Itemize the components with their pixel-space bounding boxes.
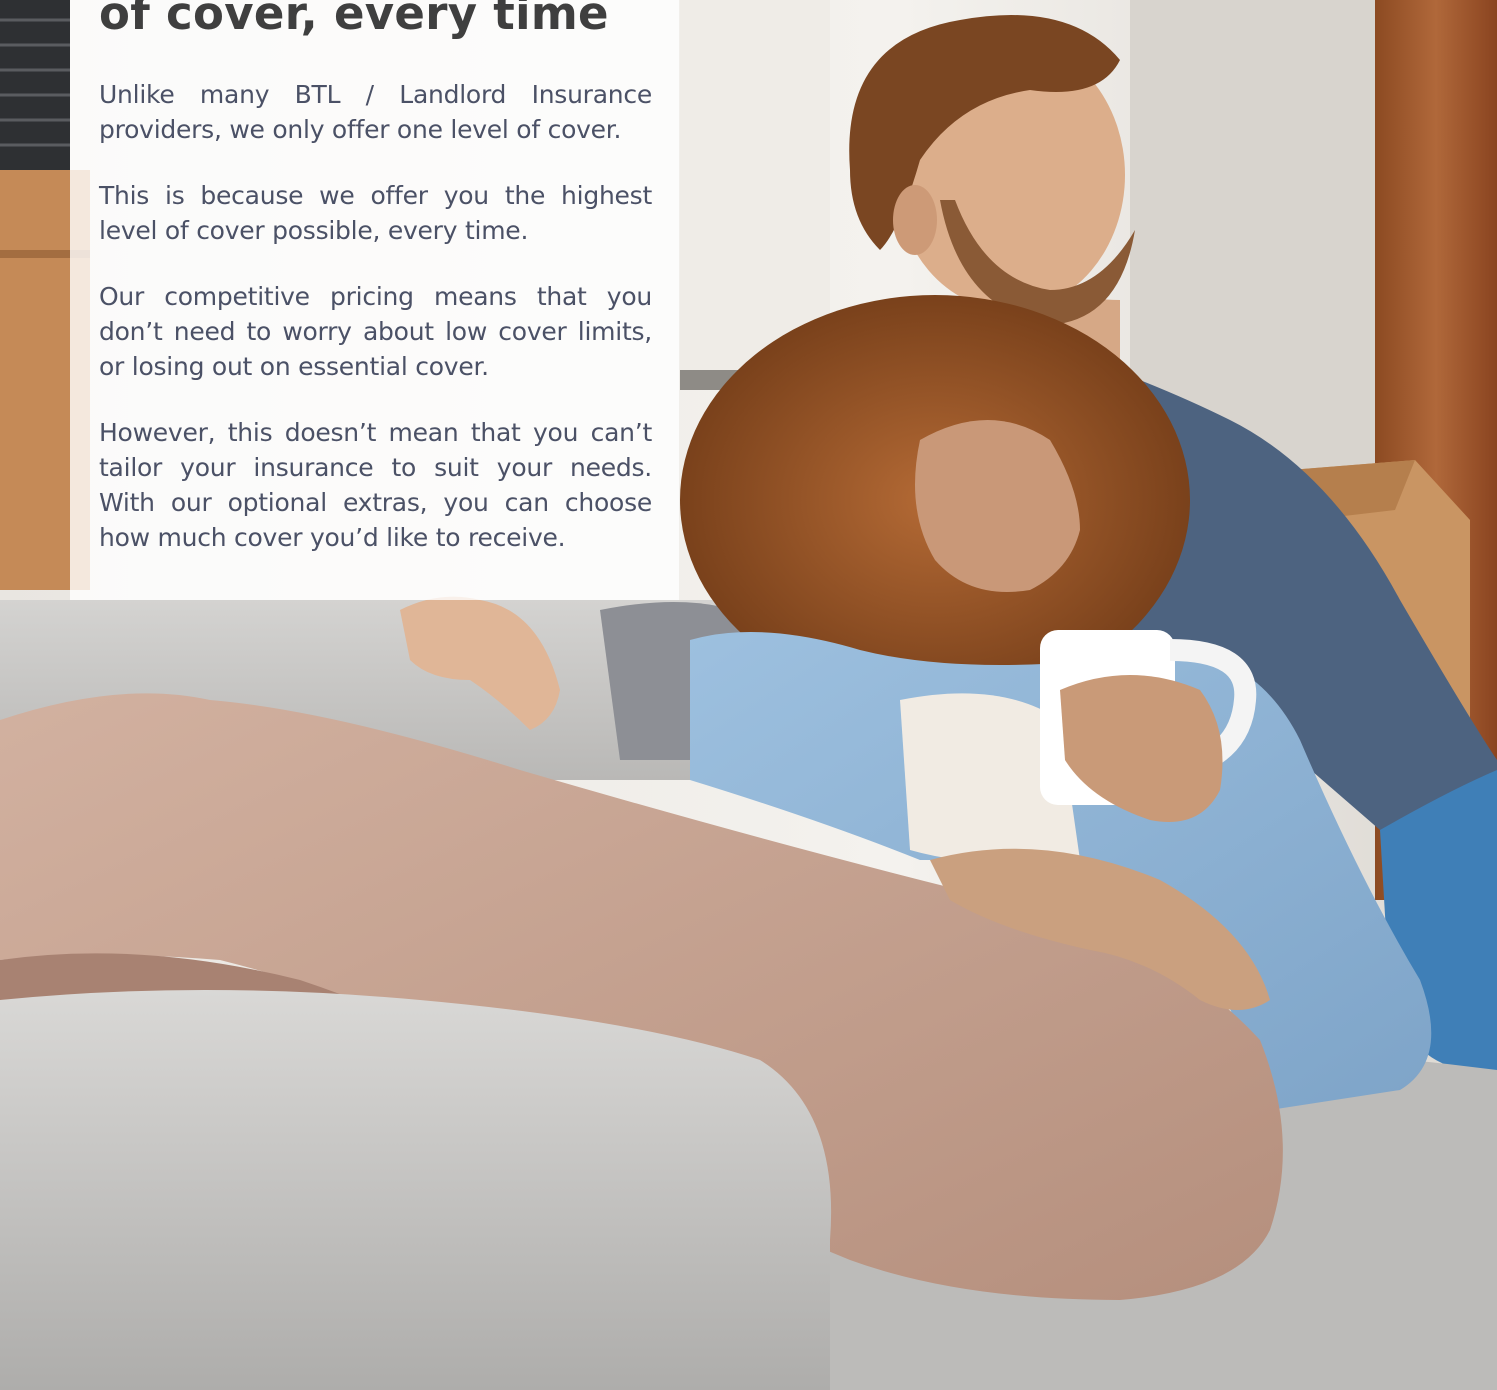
section-heading: of cover, every time — [99, 0, 609, 40]
paragraph-one-level-cover: Unlike many BTL / Landlord Insurance pro… — [99, 80, 652, 144]
panel-body: Unlike many BTL / Landlord Insurance pro… — [99, 77, 652, 586]
paragraph-optional-extras: However, this doesn’t mean that you can’… — [99, 418, 652, 552]
paragraph-competitive-pricing: Our competitive pricing means that you d… — [99, 282, 652, 381]
cover-info-panel: of cover, every time Unlike many BTL / L… — [70, 0, 679, 600]
paragraph-highest-cover: This is because we offer you the highest… — [99, 181, 652, 245]
